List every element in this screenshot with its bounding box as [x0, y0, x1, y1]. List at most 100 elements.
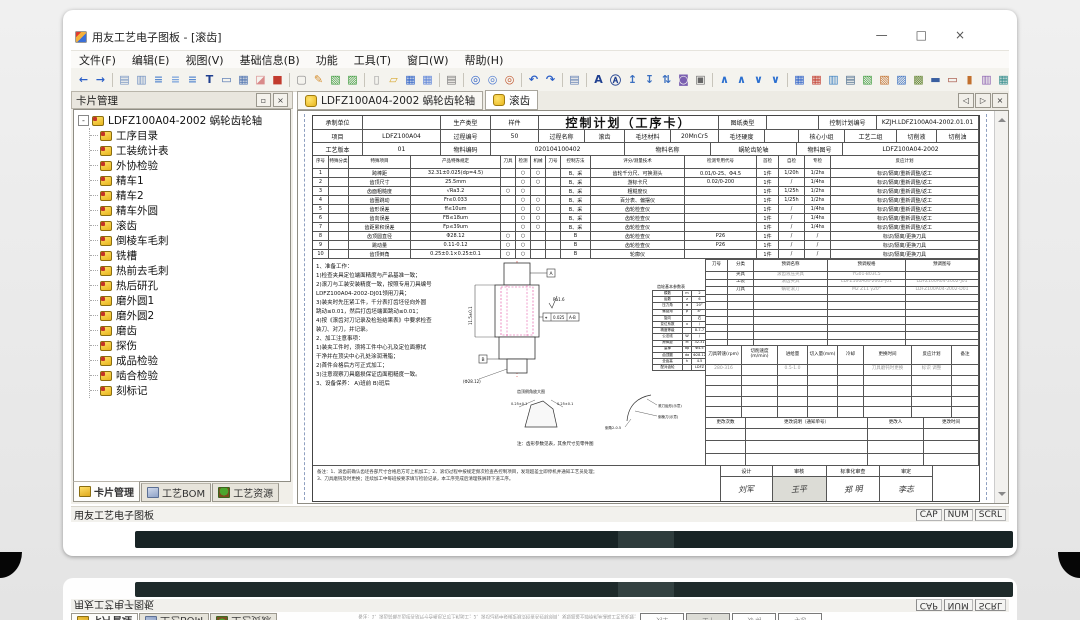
tree-item-探伤[interactable]: 探伤: [90, 338, 290, 353]
split-cells-icon[interactable]: ▩: [910, 72, 927, 88]
tree-item-精车外圆[interactable]: 精车外圆: [90, 203, 290, 218]
symbol-mark-icon[interactable]: ◙: [675, 72, 692, 88]
move-last-icon[interactable]: ∨: [767, 72, 784, 88]
eraser-icon[interactable]: ◪: [252, 72, 269, 88]
menu-item-文件(F)[interactable]: 文件(F): [71, 52, 124, 68]
drawing-canvas[interactable]: 承制单位生产类型样件控制计划（工序卡）图纸类型控制计划编号KZJH.LDFZ10…: [297, 110, 1009, 504]
menu-item-帮助(H)[interactable]: 帮助(H): [457, 52, 512, 68]
tab-scroll-left-button[interactable]: ◁: [958, 93, 974, 108]
panel-tab-卡片管理[interactable]: 卡片管理: [73, 481, 140, 502]
menu-item-基础信息(B)[interactable]: 基础信息(B): [232, 52, 308, 68]
zoom-out-icon[interactable]: ◎: [484, 72, 501, 88]
delete-col-icon[interactable]: ▧: [876, 72, 893, 88]
import-card-icon[interactable]: ▥: [978, 72, 995, 88]
zoom-fit-icon[interactable]: ◎: [501, 72, 518, 88]
tree-item-铣槽[interactable]: 铣槽: [90, 248, 290, 263]
export-card-icon[interactable]: ▦: [995, 72, 1012, 88]
paste-card-icon[interactable]: ▮: [961, 72, 978, 88]
insert-row-icon[interactable]: ▦: [791, 72, 808, 88]
tree-item-精车2[interactable]: 精车2: [90, 188, 290, 203]
process-cell: 0.01/0-25、Φ4.5: [685, 169, 757, 178]
tab-close-button[interactable]: ×: [992, 93, 1008, 108]
move-down-icon[interactable]: ∨: [750, 72, 767, 88]
symbol-swap-icon[interactable]: ⇅: [658, 72, 675, 88]
insert-image-icon[interactable]: ▧: [327, 72, 344, 88]
tree-item-工装统计表[interactable]: 工装统计表: [90, 143, 290, 158]
forward-arrow-icon[interactable]: →: [92, 72, 109, 88]
vertical-scrollbar[interactable]: [994, 111, 1008, 503]
undo-icon[interactable]: ↶: [525, 72, 542, 88]
cut-card-icon[interactable]: ▭: [944, 72, 961, 88]
region-select-icon[interactable]: ▢: [293, 72, 310, 88]
move-up-icon[interactable]: ∧: [733, 72, 750, 88]
align-bottom-icon[interactable]: ≡: [184, 72, 201, 88]
symbol-down-icon[interactable]: ↧: [641, 72, 658, 88]
panel-tab-工艺资源[interactable]: 工艺资源: [212, 483, 279, 502]
menu-item-编辑(E)[interactable]: 编辑(E): [124, 52, 178, 68]
save-icon[interactable]: ▦: [402, 72, 419, 88]
tab-scroll-right-button[interactable]: ▷: [975, 93, 991, 108]
card-properties-icon[interactable]: ▤: [566, 72, 583, 88]
redo-icon[interactable]: ↷: [542, 72, 559, 88]
frame-tool-icon[interactable]: ▭: [218, 72, 235, 88]
menu-item-视图(V)[interactable]: 视图(V): [177, 52, 231, 68]
tree-item-磨齿[interactable]: 磨齿: [90, 323, 290, 338]
tree-item-刻标记[interactable]: 刻标记: [90, 383, 290, 398]
cell-format-icon[interactable]: ▥: [133, 72, 150, 88]
document-tab-滚齿[interactable]: 滚齿: [485, 90, 538, 110]
menu-item-窗口(W)[interactable]: 窗口(W): [399, 52, 456, 68]
edit-pencil-icon[interactable]: ✎: [310, 72, 327, 88]
tree-item-外协检验[interactable]: 外协检验: [90, 158, 290, 173]
align-middle-icon[interactable]: ≡: [167, 72, 184, 88]
process-cell: ○: [516, 196, 531, 205]
tree-root[interactable]: -LDFZ100A04-2002 蜗轮齿轮轴: [78, 113, 290, 128]
symbol-up-icon[interactable]: ↥: [624, 72, 641, 88]
copy-card-icon[interactable]: ▬: [927, 72, 944, 88]
insert-col-icon[interactable]: ▧: [859, 72, 876, 88]
close-button[interactable]: ×: [955, 28, 965, 42]
tree-item-成品检验[interactable]: 成品检验: [90, 353, 290, 368]
text-tool-icon[interactable]: T: [201, 72, 218, 88]
panel-tab-工艺BOM[interactable]: 工艺BOM: [141, 483, 211, 502]
panel-pin-button[interactable]: ▫: [256, 93, 271, 107]
delete-row-icon[interactable]: ▦: [808, 72, 825, 88]
restore-button[interactable]: □: [916, 28, 927, 42]
panel-tab-工艺资源[interactable]: 工艺资源: [210, 613, 277, 620]
panel-tab-工艺BOM[interactable]: 工艺BOM: [139, 613, 209, 620]
char-a-icon[interactable]: A: [590, 72, 607, 88]
tree-expander[interactable]: -: [78, 115, 89, 126]
replace-image-icon[interactable]: ▨: [344, 72, 361, 88]
menu-item-功能[interactable]: 功能: [308, 52, 346, 68]
panel-close-button[interactable]: ×: [273, 93, 288, 107]
back-arrow-icon[interactable]: ←: [75, 72, 92, 88]
panel-tab-卡片管理[interactable]: 卡片管理: [71, 613, 138, 620]
move-first-icon[interactable]: ∧: [716, 72, 733, 88]
tree-item-磨外圆2[interactable]: 磨外圆2: [90, 308, 290, 323]
minimize-button[interactable]: —: [876, 28, 888, 42]
document-tab-LDFZ100A04-2002 蜗轮齿轮轴[interactable]: LDFZ100A04-2002 蜗轮齿轮轴: [297, 91, 483, 110]
char-a-circle-icon[interactable]: Ⓐ: [607, 72, 624, 88]
print-icon[interactable]: ▤: [443, 72, 460, 88]
open-file-icon[interactable]: ▱: [385, 72, 402, 88]
row-props-icon[interactable]: ▤: [842, 72, 859, 88]
table-tool-icon[interactable]: ▦: [235, 72, 252, 88]
tree-item-啮合检验[interactable]: 啮合检验: [90, 368, 290, 383]
tree-item-倒棱车毛刺[interactable]: 倒棱车毛刺: [90, 233, 290, 248]
align-top-icon[interactable]: ≡: [150, 72, 167, 88]
tree-item-工序目录[interactable]: 工序目录: [90, 128, 290, 143]
tree-item-滚齿[interactable]: 滚齿: [90, 218, 290, 233]
copy-row-icon[interactable]: ▥: [825, 72, 842, 88]
process-col-header: 产品特殊规定: [411, 156, 501, 169]
fill-color-icon[interactable]: ■: [269, 72, 286, 88]
save-all-icon[interactable]: ▦: [419, 72, 436, 88]
new-file-icon[interactable]: ▯: [368, 72, 385, 88]
tree-item-热后研孔[interactable]: 热后研孔: [90, 278, 290, 293]
zoom-in-icon[interactable]: ◎: [467, 72, 484, 88]
tree-item-磨外圆1[interactable]: 磨外圆1: [90, 293, 290, 308]
cell-select-icon[interactable]: ▤: [116, 72, 133, 88]
comment-icon[interactable]: ▣: [692, 72, 709, 88]
menu-item-工具(T)[interactable]: 工具(T): [346, 52, 399, 68]
tree-item-精车1[interactable]: 精车1: [90, 173, 290, 188]
tree-item-热前去毛刺[interactable]: 热前去毛刺: [90, 263, 290, 278]
merge-cells-icon[interactable]: ▨: [893, 72, 910, 88]
